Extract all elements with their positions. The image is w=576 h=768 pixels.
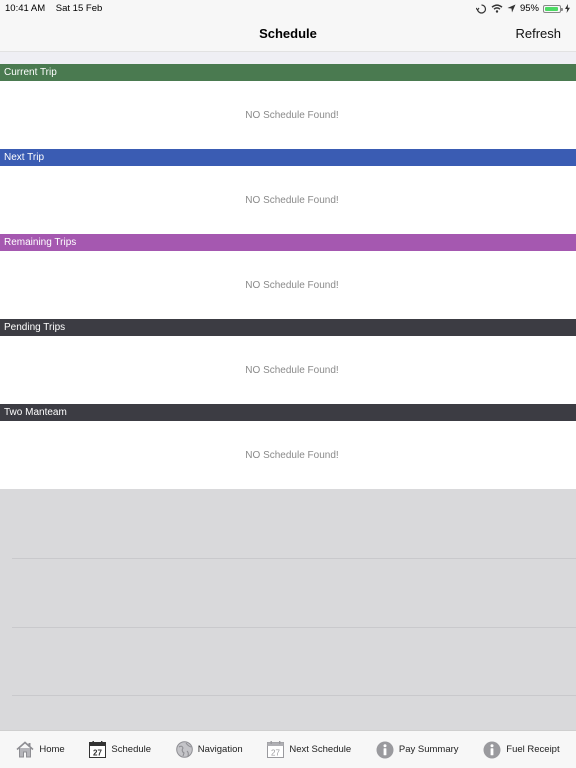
- section-header-two-manteam: Two Manteam: [0, 404, 576, 421]
- wifi-icon: [491, 4, 503, 13]
- location-icon: [507, 4, 516, 13]
- section-body-remaining-trips: NO Schedule Found!: [0, 251, 576, 319]
- tab-home[interactable]: Home: [16, 741, 65, 758]
- status-time: 10:41 AM: [5, 3, 46, 14]
- row-separator: [12, 695, 576, 696]
- section-body-current-trip: NO Schedule Found!: [0, 81, 576, 149]
- tab-label: Home: [39, 744, 65, 755]
- navigation-bar: Schedule Refresh: [0, 16, 576, 52]
- info-icon: [376, 741, 394, 758]
- tab-label: Schedule: [111, 744, 152, 755]
- tab-next-schedule[interactable]: 27 Next Schedule: [267, 741, 351, 758]
- tab-label: Pay Summary: [398, 744, 459, 755]
- battery-percent: 95%: [519, 3, 539, 14]
- calendar-icon: 27: [89, 741, 107, 758]
- tab-navigation[interactable]: Navigation: [175, 741, 243, 758]
- tab-label: Fuel Receipt: [506, 744, 560, 755]
- charging-icon: [565, 4, 570, 13]
- empty-message: NO Schedule Found!: [245, 364, 339, 376]
- empty-message: NO Schedule Found!: [245, 109, 339, 121]
- tab-fuel-receipt[interactable]: Fuel Receipt: [483, 741, 560, 759]
- tab-schedule[interactable]: 27 Schedule: [89, 741, 151, 758]
- section-body-two-manteam: NO Schedule Found!: [0, 421, 576, 489]
- home-icon: [16, 741, 34, 758]
- section-body-next-trip: NO Schedule Found!: [0, 166, 576, 234]
- section-header-current-trip: Current Trip: [0, 64, 576, 81]
- tab-label: Navigation: [197, 744, 243, 755]
- tab-pay-summary[interactable]: Pay Summary: [376, 741, 459, 759]
- section-gap: [0, 52, 576, 64]
- status-left: 10:41 AM Sat 15 Feb: [5, 3, 102, 14]
- battery-fill: [545, 6, 559, 11]
- globe-icon: [175, 741, 193, 758]
- status-right: 95%: [475, 3, 570, 14]
- row-separator: [12, 558, 576, 559]
- empty-message: NO Schedule Found!: [245, 449, 339, 461]
- row-separator: [12, 627, 576, 628]
- section-header-next-trip: Next Trip: [0, 149, 576, 166]
- page-title: Schedule: [259, 26, 317, 41]
- empty-message: NO Schedule Found!: [245, 194, 339, 206]
- tab-label: Next Schedule: [289, 744, 352, 755]
- section-header-pending-trips: Pending Trips: [0, 319, 576, 336]
- empty-message: NO Schedule Found!: [245, 279, 339, 291]
- status-date: Sat 15 Feb: [55, 3, 103, 14]
- battery-icon: [543, 4, 563, 13]
- refresh-button[interactable]: Refresh: [515, 26, 561, 41]
- section-header-remaining-trips: Remaining Trips: [0, 234, 576, 251]
- section-body-pending-trips: NO Schedule Found!: [0, 336, 576, 404]
- rotation-lock-icon: [475, 3, 487, 14]
- calendar-icon: 27: [267, 741, 285, 758]
- tab-bar: Home 27 Schedule Navigation 27 Next Sche…: [0, 730, 576, 768]
- empty-table-area: [0, 490, 576, 730]
- info-icon: [483, 741, 501, 758]
- calendar-day: 27: [271, 749, 280, 758]
- calendar-day: 27: [93, 749, 102, 758]
- status-bar: 10:41 AM Sat 15 Feb 95%: [0, 0, 576, 16]
- schedule-list: Current Trip NO Schedule Found! Next Tri…: [0, 52, 576, 489]
